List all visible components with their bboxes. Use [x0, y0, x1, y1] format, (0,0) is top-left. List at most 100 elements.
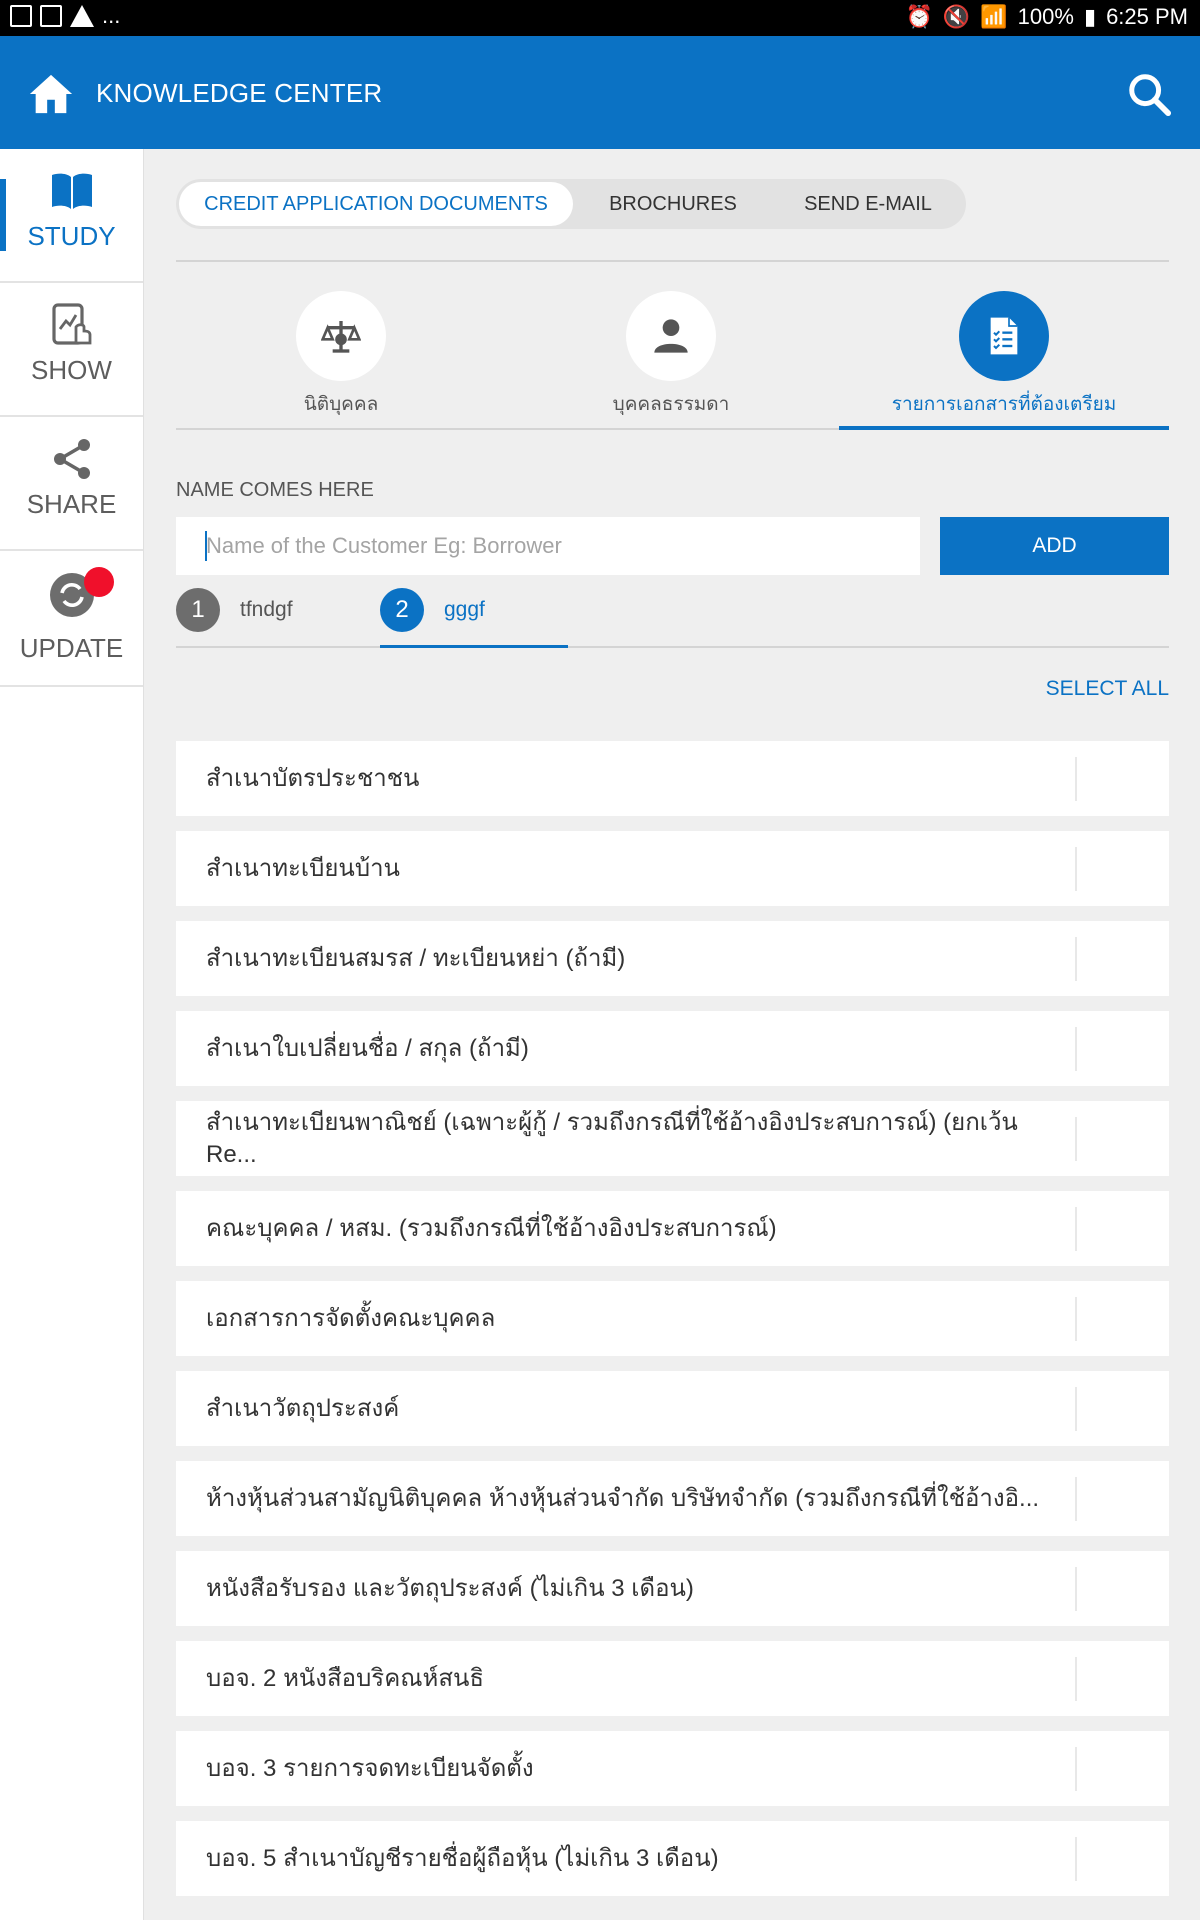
main-content: CREDIT APPLICATION DOCUMENTS BROCHURES S…: [143, 149, 1200, 1920]
item-divider: [1075, 1747, 1077, 1791]
sidebar-item-label: SHOW: [31, 355, 112, 385]
customer-name-input[interactable]: [176, 517, 920, 575]
document-label: ห้างหุ้นส่วนสามัญนิติบุคคล ห้างหุ้นส่วนจ…: [206, 1484, 1040, 1512]
alarm-icon: ⏰: [905, 4, 933, 29]
tab-brochures[interactable]: BROCHURES: [573, 182, 773, 226]
checklist-document-icon: [990, 317, 1018, 355]
category-label: บุคคลธรรมดา: [612, 394, 730, 415]
category-juristic-person[interactable]: นิติบุคคล: [176, 291, 506, 419]
share-icon: [53, 439, 90, 479]
document-label: หนังสือรับรอง และวัตถุประสงค์ (ไม่เกิน 3…: [206, 1574, 694, 1602]
sidebar-item-label: UPDATE: [19, 633, 124, 663]
document-item[interactable]: สำเนาบัตรประชาชน: [176, 741, 1169, 816]
sidebar-item-label: STUDY: [27, 221, 116, 251]
status-bar: ... ⏰ 🔇 📶 100% ▮ 6:25 PM: [0, 0, 1200, 36]
sidebar-item-share[interactable]: SHARE: [0, 417, 143, 551]
tab-send-email[interactable]: SEND E-MAIL: [773, 182, 963, 226]
document-label: สำเนาวัตถุประสงค์: [206, 1394, 400, 1422]
item-divider: [1075, 1477, 1077, 1521]
document-label: สำเนาทะเบียนสมรส / ทะเบียนหย่า (ถ้ามี): [206, 944, 626, 972]
tab-credit-application-documents[interactable]: CREDIT APPLICATION DOCUMENTS: [179, 182, 573, 226]
select-all-button[interactable]: SELECT ALL: [1046, 677, 1169, 701]
book-icon: [51, 173, 92, 209]
person-number: 1: [176, 588, 220, 632]
notification-icons: ...: [10, 5, 120, 27]
system-status: ⏰ 🔇 📶 100% ▮ 6:25 PM: [905, 4, 1188, 30]
document-item[interactable]: บอจ. 2 หนังสือบริคณห์สนธิ: [176, 1641, 1169, 1716]
tablet-touch-icon: [51, 303, 91, 345]
sidebar-item-label: SHARE: [26, 489, 117, 519]
category-label: นิติบุคคล: [303, 394, 379, 415]
category-individual[interactable]: บุคคลธรรมดา: [506, 291, 836, 419]
item-divider: [1075, 1567, 1077, 1611]
clock: 6:25 PM: [1106, 4, 1188, 29]
document-label: สำเนาบัตรประชาชน: [206, 764, 420, 792]
item-divider: [1075, 1387, 1077, 1431]
document-list: สำเนาบัตรประชาชน สำเนาทะเบียนบ้าน สำเนาท…: [176, 741, 1169, 1911]
search-icon[interactable]: [1126, 71, 1172, 117]
document-item[interactable]: สำเนาใบเปลี่ยนชื่อ / สกุล (ถ้ามี): [176, 1011, 1169, 1086]
warning-icon: [70, 5, 94, 27]
person-name: tfndgf: [240, 598, 293, 621]
app-bar: KNOWLEDGE CENTER: [0, 36, 1200, 149]
category-document-checklist[interactable]: รายการเอกสารที่ต้องเตรียม: [839, 291, 1169, 419]
person-name: gggf: [444, 598, 485, 621]
battery-level: 100%: [1017, 4, 1074, 29]
image-notification-icon: [10, 5, 32, 27]
document-label: บอจ. 5 สำเนาบัญชีรายชื่อผู้ถือหุ้น (ไม่เ…: [206, 1844, 719, 1872]
category-icon-wrap: [296, 291, 386, 381]
sidebar-item-update[interactable]: UPDATE: [0, 551, 143, 687]
category-label: รายการเอกสารที่ต้องเตรียม: [891, 394, 1117, 415]
document-item[interactable]: หนังสือรับรอง และวัตถุประสงค์ (ไม่เกิน 3…: [176, 1551, 1169, 1626]
item-divider: [1075, 1657, 1077, 1701]
document-item[interactable]: สำเนาทะเบียนสมรส / ทะเบียนหย่า (ถ้ามี): [176, 921, 1169, 996]
document-item[interactable]: คณะบุคคล / หสม. (รวมถึงกรณีที่ใช้อ้างอิง…: [176, 1191, 1169, 1266]
item-divider: [1075, 1027, 1077, 1071]
category-icon-wrap: [626, 291, 716, 381]
sidebar: STUDY SHOW SHARE UPDATE: [0, 149, 144, 1920]
item-divider: [1075, 1837, 1077, 1881]
text-cursor: [205, 531, 207, 561]
document-label: เอกสารการจัดตั้งคณะบุคคล: [206, 1304, 496, 1332]
document-label: คณะบุคคล / หสม. (รวมถึงกรณีที่ใช้อ้างอิง…: [206, 1214, 777, 1242]
document-item[interactable]: ห้างหุ้นส่วนสามัญนิติบุคคล ห้างหุ้นส่วนจ…: [176, 1461, 1169, 1536]
page-title: KNOWLEDGE CENTER: [96, 78, 383, 108]
document-item[interactable]: เอกสารการจัดตั้งคณะบุคคล: [176, 1281, 1169, 1356]
tab-bar: CREDIT APPLICATION DOCUMENTS BROCHURES S…: [176, 179, 966, 229]
item-divider: [1075, 1117, 1077, 1161]
sidebar-item-study[interactable]: STUDY: [0, 149, 143, 283]
person-active-indicator: [380, 645, 568, 648]
divider: [176, 646, 1169, 648]
person-tab-2[interactable]: 2 gggf: [380, 585, 485, 635]
item-divider: [1075, 847, 1077, 891]
document-label: สำเนาทะเบียนพาณิชย์ (เฉพาะผู้กู้ / รวมถึ…: [206, 1108, 1018, 1168]
wifi-signal-icon: 📶: [980, 4, 1008, 29]
document-item[interactable]: บอจ. 3 รายการจดทะเบียนจัดตั้ง: [176, 1731, 1169, 1806]
person-tab-1[interactable]: 1 tfndgf: [176, 585, 293, 635]
person-number: 2: [380, 588, 424, 632]
battery-icon: ▮: [1083, 4, 1097, 29]
person-icon: [654, 319, 688, 353]
item-divider: [1075, 1297, 1077, 1341]
balance-scale-icon: [321, 321, 361, 353]
document-label: บอจ. 3 รายการจดทะเบียนจัดตั้ง: [206, 1754, 534, 1782]
document-item[interactable]: บอจ. 5 สำเนาบัญชีรายชื่อผู้ถือหุ้น (ไม่เ…: [176, 1821, 1169, 1896]
document-item[interactable]: สำเนาทะเบียนบ้าน: [176, 831, 1169, 906]
category-icon-wrap: [959, 291, 1049, 381]
item-divider: [1075, 757, 1077, 801]
update-badge: [84, 567, 114, 597]
item-divider: [1075, 1207, 1077, 1251]
home-icon[interactable]: [28, 71, 74, 117]
more-notifications: ...: [102, 3, 121, 28]
divider: [176, 260, 1169, 262]
name-field-label: NAME COMES HERE: [176, 479, 374, 501]
document-label: บอจ. 2 หนังสือบริคณห์สนธิ: [206, 1664, 485, 1692]
sidebar-item-show[interactable]: SHOW: [0, 283, 143, 417]
document-label: สำเนาทะเบียนบ้าน: [206, 854, 400, 882]
document-label: สำเนาใบเปลี่ยนชื่อ / สกุล (ถ้ามี): [206, 1034, 529, 1062]
add-button[interactable]: ADD: [940, 517, 1169, 575]
mute-icon: 🔇: [942, 4, 971, 29]
document-item[interactable]: สำเนาวัตถุประสงค์: [176, 1371, 1169, 1446]
document-item[interactable]: สำเนาทะเบียนพาณิชย์ (เฉพาะผู้กู้ / รวมถึ…: [176, 1101, 1169, 1176]
flipboard-notification-icon: [40, 5, 62, 27]
